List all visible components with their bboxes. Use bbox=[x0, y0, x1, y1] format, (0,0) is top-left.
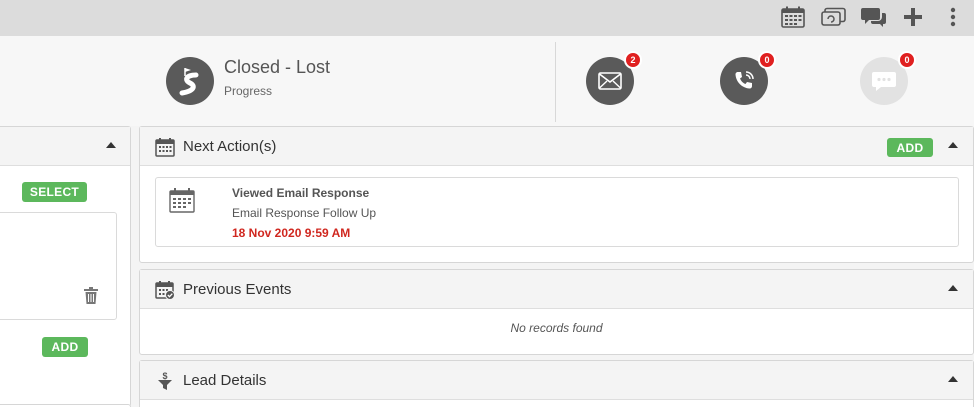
left-panel: SELECT ADD bbox=[0, 126, 131, 407]
svg-text:$: $ bbox=[162, 371, 167, 381]
action-title: Viewed Email Response bbox=[232, 186, 370, 200]
collapse-caret-icon[interactable] bbox=[948, 285, 958, 291]
lead-details-header: $ Lead Details bbox=[140, 361, 973, 400]
previous-events-header: Previous Events bbox=[140, 270, 973, 309]
plus-icon[interactable] bbox=[900, 5, 926, 29]
devices-icon[interactable] bbox=[821, 5, 847, 29]
envelope-icon bbox=[598, 72, 622, 90]
next-actions-panel: Next Action(s) ADD Viewed Email Response… bbox=[139, 126, 974, 263]
left-panel-header bbox=[0, 127, 130, 166]
selected-item-box bbox=[0, 212, 117, 320]
empty-state-text: No records found bbox=[510, 321, 603, 335]
funnel-dollar-icon: $ bbox=[158, 371, 172, 390]
collapse-caret-icon[interactable] bbox=[106, 142, 116, 148]
add-action-button[interactable]: ADD bbox=[887, 138, 933, 157]
message-icon bbox=[872, 72, 896, 91]
road-icon bbox=[166, 57, 214, 105]
previous-events-title: Previous Events bbox=[183, 281, 292, 298]
header-divider bbox=[555, 42, 556, 122]
calendar-check-icon bbox=[155, 281, 175, 300]
chat-icon[interactable] bbox=[861, 5, 887, 29]
action-card[interactable]: Viewed Email Response Email Response Fol… bbox=[155, 177, 959, 247]
next-actions-header: Next Action(s) ADD bbox=[140, 127, 973, 166]
status-title: Closed - Lost bbox=[224, 57, 331, 77]
action-subtitle: Email Response Follow Up bbox=[232, 206, 377, 220]
lead-header: Closed - Lost Progress 2 0 0 bbox=[0, 36, 974, 126]
calendar-icon bbox=[169, 188, 195, 213]
collapse-caret-icon[interactable] bbox=[948, 142, 958, 148]
email-button[interactable]: 2 bbox=[586, 51, 642, 105]
phone-icon bbox=[735, 71, 754, 89]
sms-button[interactable]: 0 bbox=[860, 51, 916, 105]
lead-details-panel: $ Lead Details bbox=[139, 360, 974, 407]
email-count-badge: 2 bbox=[624, 51, 642, 69]
phone-button[interactable]: 0 bbox=[720, 51, 776, 105]
lead-details-title: Lead Details bbox=[183, 372, 267, 389]
collapse-caret-icon[interactable] bbox=[948, 376, 958, 382]
phone-count-badge: 0 bbox=[758, 51, 776, 69]
add-button-left[interactable]: ADD bbox=[42, 337, 88, 357]
action-date: 18 Nov 2020 9:59 AM bbox=[232, 226, 351, 240]
more-vertical-icon[interactable] bbox=[940, 5, 966, 29]
top-toolbar bbox=[0, 0, 974, 36]
previous-events-panel: Previous Events No records found bbox=[139, 269, 974, 355]
sms-count-badge: 0 bbox=[898, 51, 916, 69]
calendar-icon[interactable] bbox=[780, 5, 806, 29]
trash-icon[interactable] bbox=[84, 287, 98, 310]
select-button[interactable]: SELECT bbox=[22, 182, 87, 202]
calendar-icon bbox=[155, 138, 175, 157]
next-actions-title: Next Action(s) bbox=[183, 138, 277, 155]
status-subtitle: Progress bbox=[224, 84, 273, 98]
